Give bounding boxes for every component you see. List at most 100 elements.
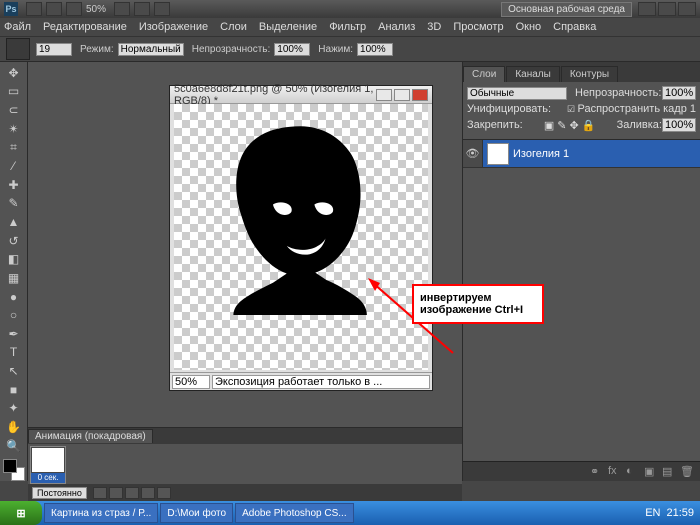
menu-help[interactable]: Справка — [553, 21, 596, 33]
wand-tool[interactable]: ✴ — [3, 120, 25, 138]
arrange-icon[interactable] — [154, 2, 170, 16]
frame-duration[interactable]: 0 сек. — [31, 473, 65, 483]
menu-layers[interactable]: Слои — [220, 21, 247, 33]
propagate-checkbox[interactable]: ☑ Распространить кадр 1 — [567, 103, 696, 115]
healing-tool[interactable]: ✚ — [3, 176, 25, 194]
doc-maximize-button[interactable] — [394, 89, 410, 101]
menu-3d[interactable]: 3D — [427, 21, 441, 33]
workspace-switcher[interactable]: Основная рабочая среда — [501, 2, 632, 17]
lasso-tool[interactable]: ⊂ — [3, 101, 25, 119]
layer-opacity-label: Непрозрачность: — [575, 87, 661, 99]
canvas-area: 5c0a6e8d8f21t.png @ 50% (Изогелия 1, RGB… — [28, 62, 462, 481]
marquee-tool[interactable]: ▭ — [3, 83, 25, 101]
stamp-tool[interactable]: ▲ — [3, 213, 25, 231]
tab-paths[interactable]: Контуры — [561, 66, 618, 82]
first-frame-button[interactable] — [93, 487, 107, 499]
type-tool[interactable]: T — [3, 344, 25, 362]
toolbox: ✥ ▭ ⊂ ✴ ⌗ ⁄ ✚ ✎ ▲ ↺ ◧ ▦ ● ○ ✒ T ↖ ■ ✦ ✋ … — [0, 62, 28, 481]
menu-view[interactable]: Просмотр — [453, 21, 503, 33]
blend-mode-select[interactable]: Нормальный — [118, 43, 184, 56]
brush-size[interactable]: 19 — [36, 43, 72, 56]
menu-window[interactable]: Окно — [516, 21, 542, 33]
new-layer-icon[interactable]: ▤ — [662, 465, 678, 479]
delete-layer-icon[interactable]: 🗑 — [680, 465, 696, 479]
hand-icon[interactable] — [114, 2, 130, 16]
zoom-tool[interactable]: 🔍 — [3, 437, 25, 455]
layer-visibility-icon[interactable]: 👁 — [463, 140, 483, 167]
brush-preset-icon[interactable] — [6, 38, 30, 60]
layer-blend-select[interactable]: Обычные — [467, 87, 567, 100]
options-bar: 19 Режим: Нормальный Непрозрачность: 100… — [0, 36, 700, 62]
next-frame-button[interactable] — [141, 487, 155, 499]
menu-select[interactable]: Выделение — [259, 21, 317, 33]
layer-name[interactable]: Изогелия 1 — [513, 148, 569, 160]
rotate-icon[interactable] — [134, 2, 150, 16]
animation-frame[interactable]: 0 сек. — [30, 446, 66, 484]
language-indicator[interactable]: EN — [645, 507, 660, 519]
shape-tool[interactable]: ■ — [3, 381, 25, 399]
layer-mask-icon[interactable]: ◐ — [626, 465, 642, 479]
flow-label: Нажим: — [318, 44, 353, 55]
taskbar-item[interactable]: D:\Мои фото — [160, 503, 233, 523]
clock[interactable]: 21:59 — [666, 507, 694, 519]
screen-icon[interactable] — [66, 2, 82, 16]
tab-channels[interactable]: Каналы — [506, 66, 560, 82]
system-tray[interactable]: EN 21:59 — [633, 507, 700, 519]
taskbar-item[interactable]: Adobe Photoshop CS... — [235, 503, 354, 523]
lock-label: Закрепить: — [467, 119, 523, 131]
zoom-display[interactable]: 50% — [86, 4, 106, 15]
layer-opacity-input[interactable]: 100% — [662, 86, 696, 100]
history-brush-tool[interactable]: ↺ — [3, 232, 25, 250]
pen-tool[interactable]: ✒ — [3, 325, 25, 343]
doc-close-button[interactable] — [412, 89, 428, 101]
document-titlebar[interactable]: 5c0a6e8d8f21t.png @ 50% (Изогелия 1, RGB… — [170, 86, 432, 104]
animation-tab[interactable]: Анимация (покадровая) — [28, 429, 153, 443]
layer-row[interactable]: 👁 Изогелия 1 — [463, 140, 700, 168]
start-button[interactable]: ⊞ — [0, 501, 42, 525]
menubar: Файл Редактирование Изображение Слои Выд… — [0, 18, 700, 36]
link-layers-icon[interactable]: ⚭ — [590, 465, 606, 479]
loop-select[interactable]: Постоянно — [32, 487, 87, 499]
app-titlebar: Ps 50% Основная рабочая среда — [0, 0, 700, 18]
opacity-input[interactable]: 100% — [274, 43, 310, 56]
crop-tool[interactable]: ⌗ — [3, 139, 25, 157]
taskbar-item[interactable]: Картина из страз / Р... — [44, 503, 158, 523]
layer-thumbnail[interactable] — [487, 143, 509, 165]
layout-icon[interactable] — [46, 2, 62, 16]
new-group-icon[interactable]: ▣ — [644, 465, 660, 479]
maximize-button[interactable] — [658, 2, 676, 16]
color-swatch[interactable] — [3, 459, 25, 481]
eraser-tool[interactable]: ◧ — [3, 250, 25, 268]
canvas-image — [174, 104, 428, 370]
main-workspace: ✥ ▭ ⊂ ✴ ⌗ ⁄ ✚ ✎ ▲ ↺ ◧ ▦ ● ○ ✒ T ↖ ■ ✦ ✋ … — [0, 62, 700, 481]
menu-file[interactable]: Файл — [4, 21, 31, 33]
last-frame-button[interactable] — [157, 487, 171, 499]
fill-input[interactable]: 100% — [662, 118, 696, 132]
brush-tool[interactable]: ✎ — [3, 194, 25, 212]
3d-tool[interactable]: ✦ — [3, 400, 25, 418]
prev-frame-button[interactable] — [109, 487, 123, 499]
bridge-icon[interactable] — [26, 2, 42, 16]
tab-layers[interactable]: Слои — [463, 66, 505, 82]
dodge-tool[interactable]: ○ — [3, 306, 25, 324]
flow-input[interactable]: 100% — [357, 43, 393, 56]
hand-tool[interactable]: ✋ — [3, 418, 25, 436]
doc-minimize-button[interactable] — [376, 89, 392, 101]
menu-filter[interactable]: Фильтр — [329, 21, 366, 33]
doc-status-text[interactable]: Экспозиция работает только в ... — [212, 375, 430, 389]
blur-tool[interactable]: ● — [3, 288, 25, 306]
menu-analysis[interactable]: Анализ — [378, 21, 415, 33]
document-canvas[interactable] — [174, 104, 428, 370]
gradient-tool[interactable]: ▦ — [3, 269, 25, 287]
eyedropper-tool[interactable]: ⁄ — [3, 157, 25, 175]
doc-zoom-input[interactable]: 50% — [172, 375, 210, 389]
path-tool[interactable]: ↖ — [3, 362, 25, 380]
play-button[interactable] — [125, 487, 139, 499]
minimize-button[interactable] — [638, 2, 656, 16]
menu-image[interactable]: Изображение — [139, 21, 208, 33]
menu-edit[interactable]: Редактирование — [43, 21, 127, 33]
move-tool[interactable]: ✥ — [3, 64, 25, 82]
lock-buttons[interactable]: ▣ ✎ ✥ 🔒 — [544, 119, 596, 132]
close-button[interactable] — [678, 2, 696, 16]
layer-fx-icon[interactable]: fx — [608, 465, 624, 479]
